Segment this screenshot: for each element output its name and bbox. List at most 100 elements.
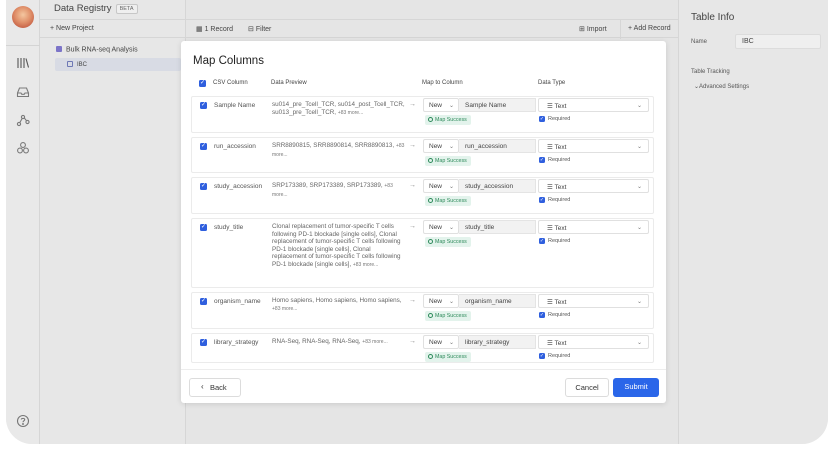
project-icon <box>56 46 62 52</box>
new-column-select[interactable]: New ⌄ <box>423 220 459 234</box>
target-column-input[interactable]: study_accession <box>459 179 536 193</box>
required-checkbox[interactable]: ✓ <box>539 312 545 318</box>
new-column-select[interactable]: New ⌄ <box>423 335 459 349</box>
project-item[interactable]: Bulk RNA-seq Analysis <box>56 46 138 54</box>
mapping-row: ✓ Sample Name su014_pre_Tcell_TCR, su014_p… <box>191 96 654 133</box>
import-button[interactable]: ⊞ Import <box>579 25 607 33</box>
new-column-select[interactable]: New ⌄ <box>423 139 459 153</box>
more-link[interactable]: +83 more... <box>338 110 363 116</box>
more-link[interactable]: +83 more... <box>353 262 378 268</box>
csv-column-name: organism_name <box>214 298 261 305</box>
app-window: Data Registry BETA + New Project Bulk RNA… <box>6 0 828 444</box>
data-type-select[interactable]: ☰ Text ⌄ <box>538 335 649 349</box>
panel-title: Table Info <box>691 12 735 23</box>
rail-divider <box>6 45 40 46</box>
chevron-down-icon: ⌄ <box>448 143 454 150</box>
map-columns-dialog: Map Columns ✓ CSV Column Data Preview Ma… <box>181 41 666 403</box>
data-preview: su014_pre_Tcell_TCR, su014_post_Tcell_TC… <box>272 101 405 116</box>
header-map-to-column: Map to Column <box>422 80 463 86</box>
map-success-badge: Map Success <box>425 311 471 321</box>
target-column-input[interactable]: Sample Name <box>459 98 536 112</box>
text-type-icon: ☰ <box>547 225 553 232</box>
text-type-icon: ☰ <box>547 144 553 151</box>
new-column-select[interactable]: New ⌄ <box>423 98 459 112</box>
table-grid-icon: ▦ <box>196 26 203 33</box>
data-type-select[interactable]: ☰ Text ⌄ <box>538 179 649 193</box>
mapping-row: ✓ study_title Clonal replacement of tumor-… <box>191 218 654 288</box>
map-success-badge: Map Success <box>425 115 471 125</box>
main-toolbar: ▦ 1 Record ⊟ Filter ⊞ Import + Add Recor… <box>186 19 678 39</box>
required-checkbox[interactable]: ✓ <box>539 353 545 359</box>
row-checkbox[interactable]: ✓ <box>200 183 207 190</box>
dialog-title: Map Columns <box>193 55 264 67</box>
new-column-select[interactable]: New ⌄ <box>423 294 459 308</box>
new-column-select[interactable]: New ⌄ <box>423 179 459 193</box>
map-success-badge: Map Success <box>425 352 471 362</box>
submit-button[interactable]: Submit <box>613 378 659 397</box>
chevron-down-icon: ⌄ <box>448 339 454 346</box>
target-column-input[interactable]: run_accession <box>459 139 536 153</box>
row-checkbox[interactable]: ✓ <box>200 102 207 109</box>
inbox-icon[interactable] <box>16 85 30 99</box>
csv-column-name: run_accession <box>214 143 256 150</box>
chevron-down-icon: ⌄ <box>636 298 642 305</box>
text-type-icon: ☰ <box>547 299 553 306</box>
required-checkbox[interactable]: ✓ <box>539 157 545 163</box>
app-title: Data Registry BETA <box>54 3 138 14</box>
required-checkbox[interactable]: ✓ <box>539 116 545 122</box>
required-checkbox[interactable]: ✓ <box>539 197 545 203</box>
target-column-input[interactable]: organism_name <box>459 294 536 308</box>
footer-divider <box>181 369 666 370</box>
logo-icon[interactable] <box>12 6 34 28</box>
mapping-row: ✓ organism_name Homo sapiens, Homo sapiens… <box>191 292 654 329</box>
chevron-down-icon: ⌄ <box>636 339 642 346</box>
more-link[interactable]: +83 more... <box>272 306 297 312</box>
mapping-row: ✓ study_accession SRP173389, SRP173389, SR… <box>191 177 654 214</box>
chevron-left-icon: ‹ <box>201 382 204 391</box>
row-checkbox[interactable]: ✓ <box>200 339 207 346</box>
mapping-row: ✓ run_accession SRR8890815, SRR8890814, SR… <box>191 137 654 173</box>
filter-button[interactable]: ⊟ Filter <box>248 25 271 33</box>
row-checkbox[interactable]: ✓ <box>200 298 207 305</box>
text-type-icon: ☰ <box>547 340 553 347</box>
data-type-select[interactable]: ☰ Text ⌄ <box>538 220 649 234</box>
required-checkbox[interactable]: ✓ <box>539 238 545 244</box>
library-icon[interactable] <box>16 56 30 70</box>
apps-icon[interactable] <box>16 141 30 155</box>
data-preview: SRR8890815, SRR8890814, SRR8890813, +83 … <box>272 142 405 158</box>
text-type-icon: ☰ <box>547 184 553 191</box>
row-checkbox[interactable]: ✓ <box>200 143 207 150</box>
select-all-checkbox[interactable]: ✓ <box>199 80 206 87</box>
text-type-icon: ☰ <box>547 103 553 110</box>
data-type-select[interactable]: ☰ Text ⌄ <box>538 98 649 112</box>
name-input[interactable]: IBC <box>735 34 821 49</box>
target-column-input[interactable]: study_title <box>459 220 536 234</box>
data-type-select[interactable]: ☰ Text ⌄ <box>538 294 649 308</box>
advanced-settings-toggle[interactable]: ⌄Advanced Settings <box>694 83 749 90</box>
arrow-right-icon: → <box>409 338 416 345</box>
table-tracking-label: Table Tracking <box>691 69 730 75</box>
csv-column-name: library_strategy <box>214 339 259 346</box>
add-record-button[interactable]: + Add Record <box>628 25 671 32</box>
target-column-input[interactable]: library_strategy <box>459 335 536 349</box>
table-info-panel: Table Info Name IBC Table Tracking ⌄Adva… <box>678 0 828 444</box>
help-icon[interactable] <box>16 414 30 428</box>
map-success-badge: Map Success <box>425 156 471 166</box>
data-preview: Clonal replacement of tumor-specific T c… <box>272 223 401 268</box>
import-icon: ⊞ <box>579 26 585 33</box>
table-item[interactable]: IBC <box>55 58 181 71</box>
header-csv-column: CSV Column <box>213 80 248 86</box>
back-button[interactable]: ‹ Back <box>189 378 241 397</box>
chevron-down-icon: ⌄ <box>636 183 642 190</box>
row-checkbox[interactable]: ✓ <box>200 224 207 231</box>
cancel-button[interactable]: Cancel <box>565 378 609 397</box>
arrow-right-icon: → <box>409 182 416 189</box>
new-project-button[interactable]: + New Project <box>40 19 186 38</box>
workflow-icon[interactable] <box>16 113 30 127</box>
more-link[interactable]: +83 more... <box>362 339 387 345</box>
arrow-right-icon: → <box>409 142 416 149</box>
toolbar-divider <box>620 20 621 39</box>
mapping-row: ✓ library_strategy RNA-Seq, RNA-Seq, RNA-S… <box>191 333 654 363</box>
icon-rail <box>6 0 40 444</box>
data-type-select[interactable]: ☰ Text ⌄ <box>538 139 649 153</box>
